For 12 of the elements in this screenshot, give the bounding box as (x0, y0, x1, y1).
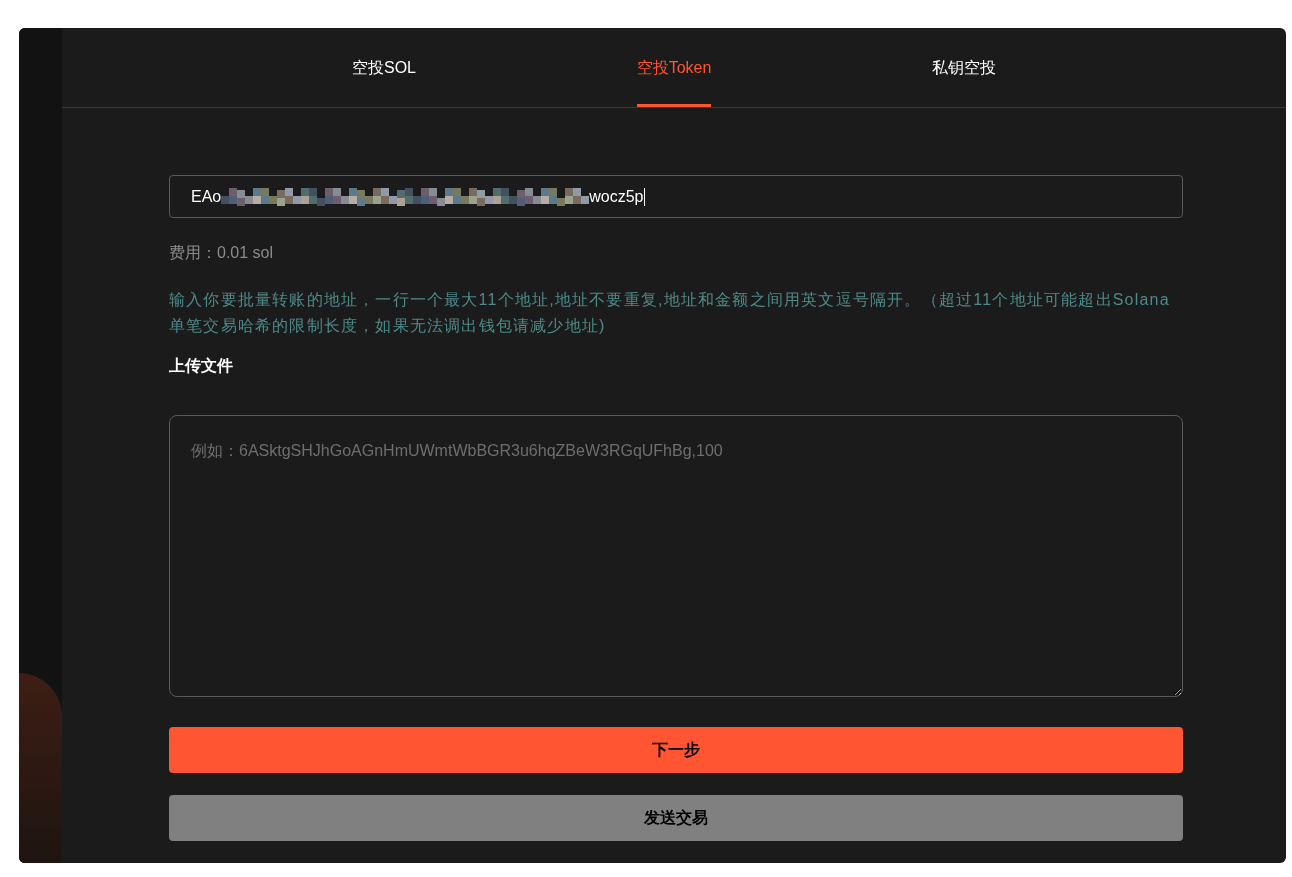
send-transaction-button[interactable]: 发送交易 (169, 795, 1183, 841)
tab[interactable]: 空投Token (636, 28, 712, 107)
instructions-text: 输入你要批量转账的地址，一行一个最大11个地址,地址不要重复,地址和金额之间用英文逗号隔开。（超过11个地址可能超出Solana单笔交易哈希的限制长度，如果无法调出钱包请减少地址) (169, 290, 1171, 336)
next-step-button[interactable]: 下一步 (169, 727, 1183, 773)
address-list-field[interactable]: 例如：6ASktgSHJhGoAGnHmUWmtWbBGR3u6hqZBeW3RGqUFhBg,100 (169, 415, 1183, 697)
tab[interactable]: 私钥空投 (932, 28, 996, 107)
tab[interactable]: 空投SOL (352, 28, 416, 107)
field-value-text: EAo (191, 186, 222, 207)
field-value-text: wocz5p (589, 186, 644, 207)
upload-file-label: 上传文件 (169, 356, 233, 376)
fee-text: 费用：0.01 sol (169, 243, 274, 263)
address-field[interactable]: EAo wocz5p (169, 175, 1183, 218)
